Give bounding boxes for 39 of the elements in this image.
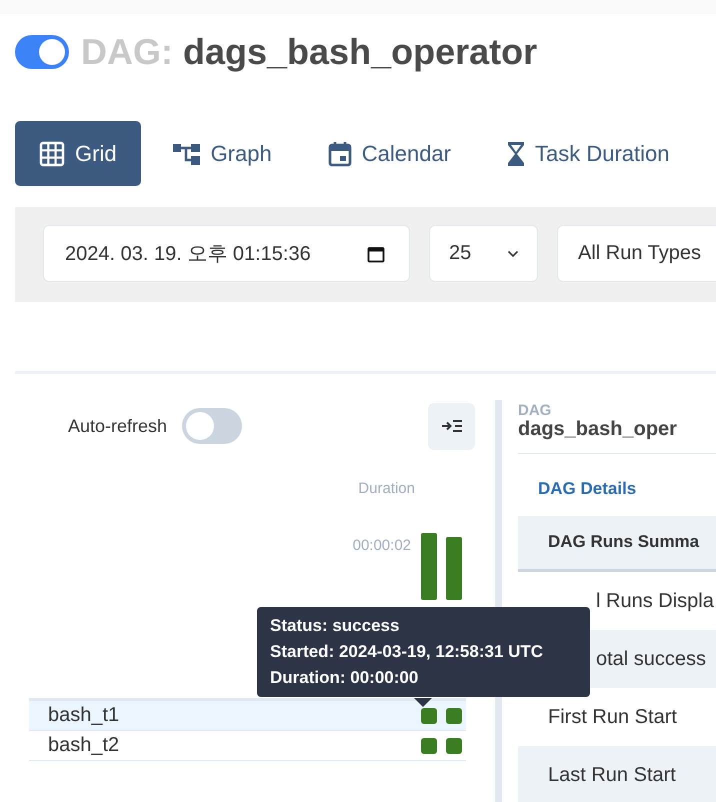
collapse-button[interactable] <box>428 402 475 450</box>
hourglass-icon <box>507 140 525 166</box>
run-type-dropdown[interactable]: All Run Types <box>557 225 716 282</box>
view-tab[interactable]: Graph <box>148 121 296 186</box>
table-header: DAG Runs Summa <box>548 532 700 552</box>
runs-dropdown[interactable]: 25 <box>429 225 538 282</box>
duration-tick: 00:00:02 <box>352 537 411 554</box>
task-status-square[interactable] <box>446 738 462 754</box>
details-caption: DAG <box>518 403 552 418</box>
view-tab[interactable]: Grid <box>15 121 141 186</box>
duration-label: Duration <box>358 480 415 497</box>
toggle-switch[interactable] <box>15 35 69 69</box>
task-row[interactable]: bash_t1 <box>29 701 466 731</box>
table-cell: l Runs Displa <box>596 590 714 613</box>
auto-refresh-switch[interactable] <box>182 408 242 444</box>
table-cell: otal success <box>596 648 706 671</box>
calendar-icon <box>367 244 385 262</box>
task-status-square[interactable] <box>421 708 437 724</box>
table-cell: First Run Start <box>548 706 677 729</box>
tooltip-line: Status: success <box>270 616 400 636</box>
expand-icon <box>440 419 462 433</box>
calendar-icon <box>328 140 352 166</box>
auto-refresh-label: Auto-refresh <box>68 416 168 436</box>
task-status-square[interactable] <box>446 708 462 724</box>
tooltip-line: Duration: 00:00:00 <box>270 668 420 688</box>
dag-title: dags_bash_operator <box>183 31 538 73</box>
view-tab[interactable]: Task Duration <box>483 121 694 186</box>
graph-icon <box>172 142 201 166</box>
grid-icon <box>39 140 65 166</box>
date-field[interactable]: 2024. 03. 19. 오후 01:15:36 <box>43 225 410 282</box>
dag-details-tab[interactable]: DAG Details <box>518 454 716 516</box>
view-tab[interactable]: Calendar <box>304 121 475 186</box>
task-row[interactable]: bash_t2 <box>29 731 466 761</box>
duration-bars-drawing <box>421 533 462 600</box>
details-dag-name: dags_bash_oper <box>518 418 678 441</box>
table-cell: Last Run Start <box>548 764 676 786</box>
task-status-square[interactable] <box>421 738 437 754</box>
tooltip-line: Started: 2024-03-19, 12:58:31 UTC <box>270 642 544 662</box>
chevron-icon <box>507 250 519 258</box>
